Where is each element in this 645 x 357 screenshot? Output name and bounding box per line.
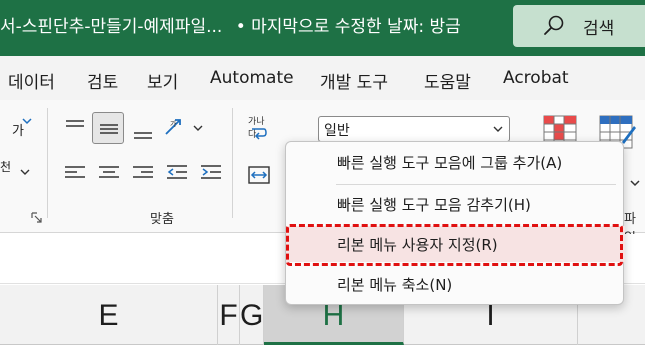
highlight-annotation bbox=[286, 224, 623, 266]
context-menu: 빠른 실행 도구 모음에 그룹 추가(A) 빠른 실행 도구 모음 감추기(H)… bbox=[285, 141, 625, 305]
align-right-icon[interactable] bbox=[130, 160, 156, 186]
wrap-text-button[interactable]: 가나다 bbox=[246, 114, 272, 142]
column-header-f[interactable]: F bbox=[218, 285, 240, 345]
align-middle-icon bbox=[100, 124, 118, 134]
cell-row[interactable] bbox=[0, 346, 645, 357]
chevron-down-icon bbox=[22, 118, 32, 125]
search-box[interactable]: 검색 bbox=[513, 5, 645, 47]
alignment-group-label: 맞춤 bbox=[150, 212, 174, 227]
tab-acrobat[interactable]: Acrobat bbox=[503, 68, 569, 88]
orientation-icon[interactable]: 가 bbox=[162, 114, 188, 140]
menu-separator bbox=[336, 184, 616, 185]
number-format-select[interactable]: 일반 bbox=[318, 116, 510, 142]
tab-help[interactable]: 도움말 bbox=[424, 68, 471, 93]
align-center-icon[interactable] bbox=[96, 160, 122, 186]
document-title: 서-스핀단추-만들기-예제파일... bbox=[0, 17, 223, 37]
chevron-down-icon bbox=[20, 169, 30, 175]
merge-center-icon[interactable] bbox=[246, 162, 272, 188]
svg-text:가: 가 bbox=[170, 119, 177, 128]
search-label: 검색 bbox=[583, 19, 615, 39]
align-bottom-icon[interactable] bbox=[130, 118, 156, 144]
phonetic-button[interactable]: 천 bbox=[0, 158, 11, 175]
wrap-arrow-icon bbox=[252, 128, 267, 140]
tab-view[interactable]: 보기 bbox=[147, 68, 178, 93]
save-status: • 마지막으로 수정한 날짜: 방금 bbox=[235, 17, 461, 37]
chevron-down-icon bbox=[193, 125, 203, 131]
menu-item-add-group-to-qat[interactable]: 빠른 실행 도구 모음에 그룹 추가(A) bbox=[286, 144, 625, 180]
tab-developer[interactable]: 개발 도구 bbox=[320, 68, 388, 93]
align-left-icon[interactable] bbox=[62, 160, 88, 186]
chevron-down-icon bbox=[493, 126, 503, 132]
dialog-launcher-icon[interactable] bbox=[31, 212, 43, 224]
group-separator bbox=[232, 108, 233, 218]
menu-item-label: 빠른 실행 도구 모음 감추기(H) bbox=[337, 196, 531, 214]
ribbon-tab-bar: 데이터 검토 보기 Automate 개발 도구 도움말 Acrobat bbox=[0, 56, 645, 100]
menu-item-hide-qat[interactable]: 빠른 실행 도구 모음 감추기(H) bbox=[286, 186, 625, 222]
menu-item-collapse-ribbon[interactable]: 리본 메뉴 축소(N) bbox=[286, 266, 625, 302]
chevron-down-icon bbox=[630, 180, 640, 187]
number-format-value: 일반 bbox=[324, 123, 350, 139]
decrease-indent-icon[interactable] bbox=[164, 160, 190, 186]
column-header-e[interactable]: E bbox=[0, 285, 218, 345]
column-header-g[interactable]: G bbox=[240, 285, 264, 345]
menu-item-label: 빠른 실행 도구 모음에 그룹 추가(A) bbox=[337, 154, 563, 172]
align-middle-button[interactable] bbox=[92, 112, 124, 144]
tab-data[interactable]: 데이터 bbox=[8, 68, 55, 93]
search-icon bbox=[544, 15, 564, 35]
increase-indent-icon[interactable] bbox=[198, 160, 224, 186]
tab-automate[interactable]: Automate bbox=[210, 68, 294, 88]
align-top-icon[interactable] bbox=[62, 114, 88, 140]
menu-item-label: 리본 메뉴 축소(N) bbox=[337, 276, 453, 294]
title-bar: 서-스핀단추-만들기-예제파일... • 마지막으로 수정한 날짜: 방금 검색 bbox=[0, 0, 645, 56]
group-separator bbox=[47, 108, 48, 218]
tab-review[interactable]: 검토 bbox=[87, 68, 118, 93]
window-title: 서-스핀단추-만들기-예제파일... • 마지막으로 수정한 날짜: 방금 bbox=[0, 12, 461, 37]
